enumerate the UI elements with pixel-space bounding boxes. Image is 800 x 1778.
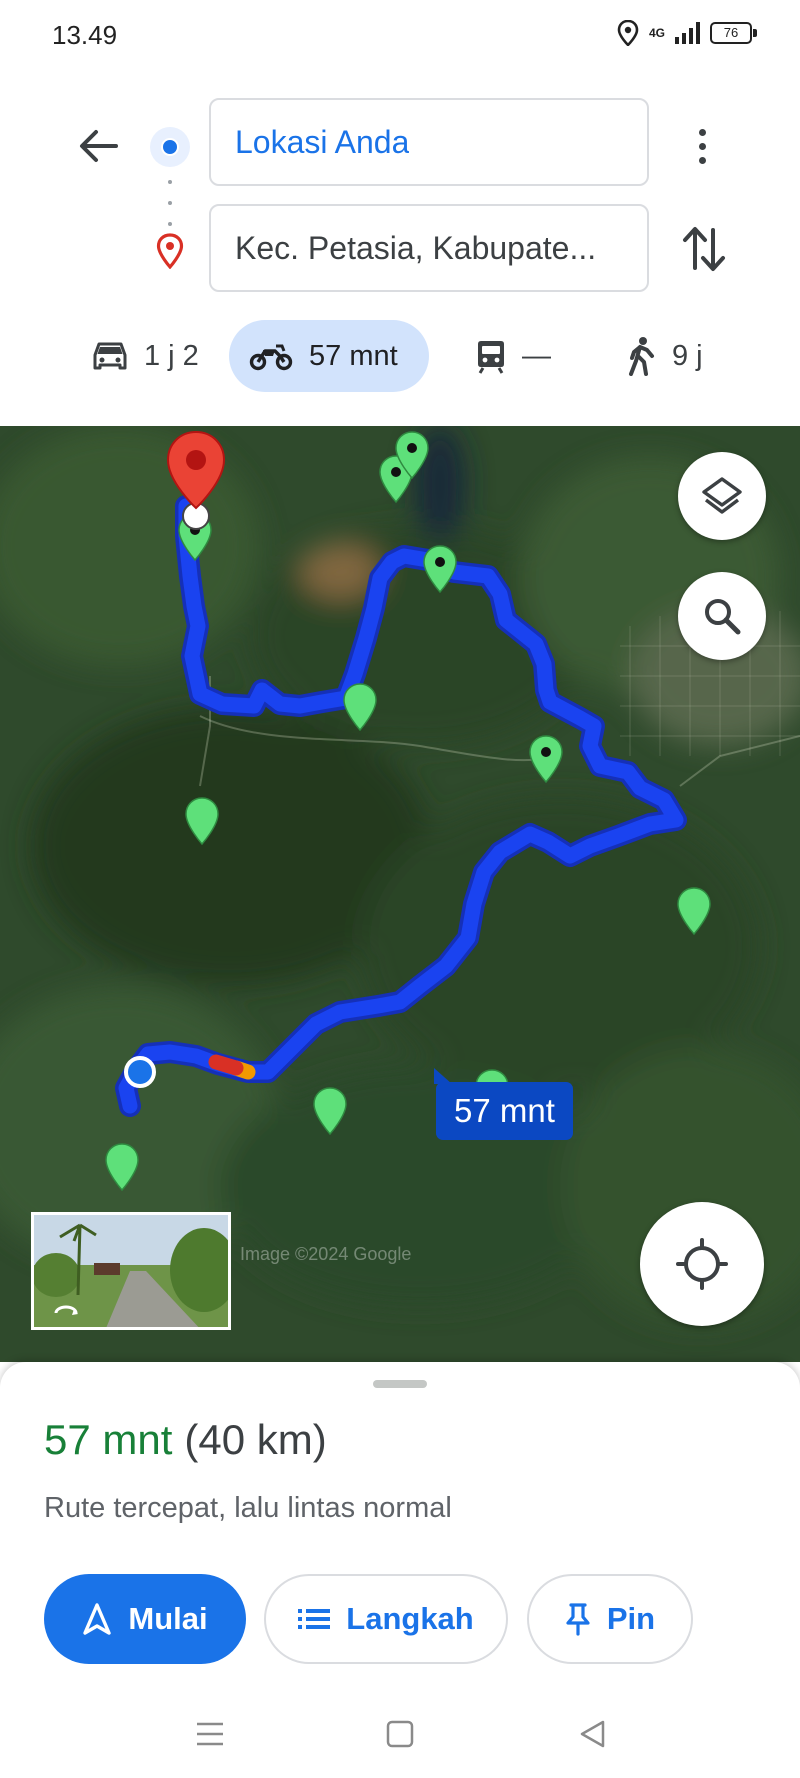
system-navigation-bar [0, 1690, 800, 1778]
more-options-button[interactable] [684, 118, 720, 174]
location-status-icon [617, 20, 639, 46]
my-location-icon [676, 1238, 728, 1290]
destination-input[interactable]: Kec. Petasia, Kabupate... [209, 204, 649, 292]
mode-walk-label: 9 j [672, 339, 703, 372]
mode-car-label: 1 j 2 [144, 339, 199, 372]
origin-marker-icon [124, 1056, 156, 1088]
system-back-button[interactable] [572, 1714, 612, 1754]
pin-icon [566, 1603, 590, 1636]
route-map[interactable]: 57 mnt Image ©2024 Google [0, 426, 800, 1362]
street-view-thumbnail[interactable] [31, 1212, 231, 1330]
origin-text: Lokasi Anda [235, 123, 410, 160]
pin-button[interactable]: Pin [527, 1574, 693, 1664]
street-view-image [34, 1215, 228, 1327]
mode-tab-car[interactable]: 1 j 2 [72, 320, 219, 392]
search-icon [705, 599, 741, 635]
list-icon [298, 1609, 331, 1629]
destination-pin-icon [156, 233, 184, 269]
status-bar: 13.49 4G 76 [0, 0, 800, 70]
network-type: 4G [648, 26, 665, 40]
sheet-drag-handle[interactable] [373, 1380, 427, 1388]
train-icon [478, 341, 504, 374]
route-distance: (40 km) [184, 1416, 327, 1463]
map-search-button[interactable] [678, 572, 766, 660]
map-watermark: Image ©2024 Google [240, 1244, 412, 1264]
mode-transit-label: — [522, 339, 551, 372]
car-icon [93, 342, 127, 370]
origin-input[interactable]: Lokasi Anda [209, 98, 649, 186]
route-connector-dots [168, 180, 172, 226]
back-button[interactable] [72, 120, 124, 172]
signal-icon [675, 22, 700, 44]
mode-tab-walk[interactable]: 9 j [606, 320, 723, 392]
route-eta-label: 57 mnt [434, 1068, 573, 1140]
start-label: Mulai [128, 1601, 208, 1636]
recent-apps-button[interactable] [190, 1714, 230, 1754]
my-location-button[interactable] [640, 1202, 764, 1326]
map-layers-button[interactable] [678, 452, 766, 540]
home-button[interactable] [380, 1714, 420, 1754]
swap-direction-button[interactable] [680, 222, 728, 276]
navigation-arrow-icon [83, 1603, 112, 1635]
mode-tab-motorcycle[interactable]: 57 mnt [229, 320, 429, 392]
mode-motorcycle-label: 57 mnt [309, 339, 398, 372]
destination-text: Kec. Petasia, Kabupate... [235, 229, 597, 266]
travel-mode-tabs: 1 j 2 57 mnt — 9 j [0, 320, 800, 394]
back-triangle-icon [580, 1720, 605, 1748]
route-duration: 57 mnt [44, 1416, 173, 1463]
route-description: Rute tercepat, lalu lintas normal [44, 1492, 452, 1524]
route-summary: 57 mnt (40 km) [44, 1416, 327, 1464]
directions-header: Lokasi Anda Kec. Petasia, Kabupate... 1 … [0, 70, 800, 426]
pin-label: Pin [606, 1601, 656, 1636]
mode-tab-transit[interactable]: — [456, 320, 571, 392]
steps-button[interactable]: Langkah [264, 1574, 508, 1664]
battery-level: 76 [723, 25, 739, 40]
home-square-icon [386, 1720, 414, 1748]
steps-label: Langkah [346, 1601, 474, 1636]
battery-icon: 76 [710, 22, 757, 44]
arrow-back-icon [80, 130, 118, 162]
motorcycle-icon [249, 344, 293, 371]
layers-icon [702, 477, 742, 514]
status-icons: 4G 76 [617, 20, 757, 46]
status-time: 13.49 [52, 20, 118, 50]
menu-icon [197, 1722, 223, 1746]
start-button[interactable]: Mulai [44, 1574, 246, 1664]
origin-dot-icon [150, 127, 190, 167]
walk-icon [629, 337, 654, 376]
